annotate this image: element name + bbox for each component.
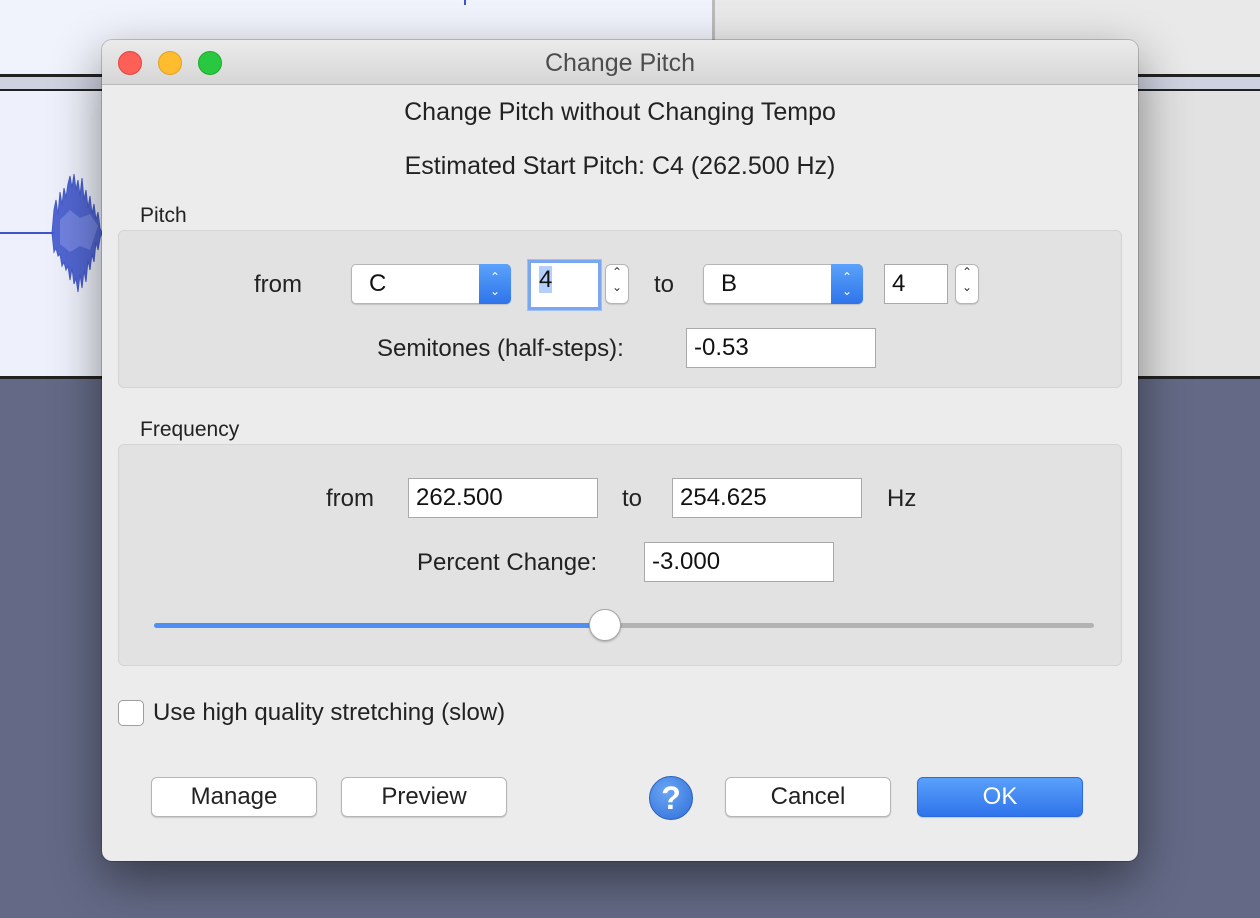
chevron-up-icon[interactable]: ⌃ (956, 265, 978, 280)
to-note-value: B (721, 270, 738, 297)
chevron-up-icon[interactable]: ⌃ (606, 265, 628, 280)
audio-waveform (0, 173, 103, 293)
popup-chevrons-icon: ⌃ ⌄ (479, 264, 511, 304)
help-icon[interactable]: ? (649, 776, 693, 820)
frequency-group-label: Frequency (140, 418, 240, 441)
slider-track-empty[interactable] (605, 623, 1094, 628)
pitch-group: from C ⌃ ⌄ 4 ⌃ ⌄ to B ⌃ ⌄ 4 ⌃ ⌄ Semitones (h… (118, 230, 1122, 388)
manage-button[interactable]: Manage (151, 777, 317, 817)
preview-button[interactable]: Preview (341, 777, 507, 817)
window-title: Change Pitch (544, 49, 696, 77)
percent-change-label: Percent Change: (417, 549, 598, 576)
title-bar[interactable]: Change Pitch (102, 40, 1138, 85)
pitch-group-label: Pitch (140, 204, 187, 227)
pitch-to-label: to (654, 271, 675, 298)
high-quality-checkbox[interactable] (118, 700, 144, 726)
from-octave-stepper[interactable]: ⌃ ⌄ (605, 264, 629, 304)
frequency-to-label: to (622, 485, 643, 512)
from-note-value: C (369, 270, 387, 297)
background-track-side (1138, 91, 1260, 377)
from-note-popup[interactable]: C ⌃ ⌄ (351, 264, 511, 304)
pitch-from-label: from (254, 271, 302, 298)
percent-change-field[interactable]: -3.000 (644, 542, 834, 582)
to-note-popup[interactable]: B ⌃ ⌄ (703, 264, 863, 304)
semitones-field[interactable]: -0.53 (686, 328, 876, 368)
slider-thumb[interactable] (589, 609, 622, 641)
semitones-label: Semitones (half-steps): (377, 335, 624, 362)
from-octave-field[interactable]: 4 (528, 260, 601, 310)
frequency-to-field[interactable]: 254.625 (672, 478, 862, 518)
chevron-down-icon[interactable]: ⌄ (956, 280, 978, 295)
chevron-down-icon[interactable]: ⌄ (606, 280, 628, 295)
change-pitch-dialog: Change Pitch Change Pitch without Changi… (102, 40, 1138, 861)
popup-chevrons-icon: ⌃ ⌄ (831, 264, 863, 304)
dialog-heading: Change Pitch without Changing Tempo (404, 98, 836, 126)
from-octave-value: 4 (539, 266, 553, 293)
frequency-group: from 262.500 to 254.625 Hz Percent Chang… (118, 444, 1122, 666)
to-octave-field[interactable]: 4 (884, 264, 948, 304)
background-cursor-mark (464, 0, 466, 5)
to-octave-stepper[interactable]: ⌃ ⌄ (955, 264, 979, 304)
slider-track-filled[interactable] (154, 623, 606, 628)
frequency-from-label: from (326, 485, 374, 512)
high-quality-label[interactable]: Use high quality stretching (slow) (153, 699, 505, 727)
ok-button[interactable]: OK (917, 777, 1083, 817)
frequency-unit: Hz (887, 485, 917, 512)
frequency-from-field[interactable]: 262.500 (408, 478, 598, 518)
cancel-button[interactable]: Cancel (725, 777, 891, 817)
estimated-start-pitch: Estimated Start Pitch: C4 (262.500 Hz) (404, 152, 836, 180)
